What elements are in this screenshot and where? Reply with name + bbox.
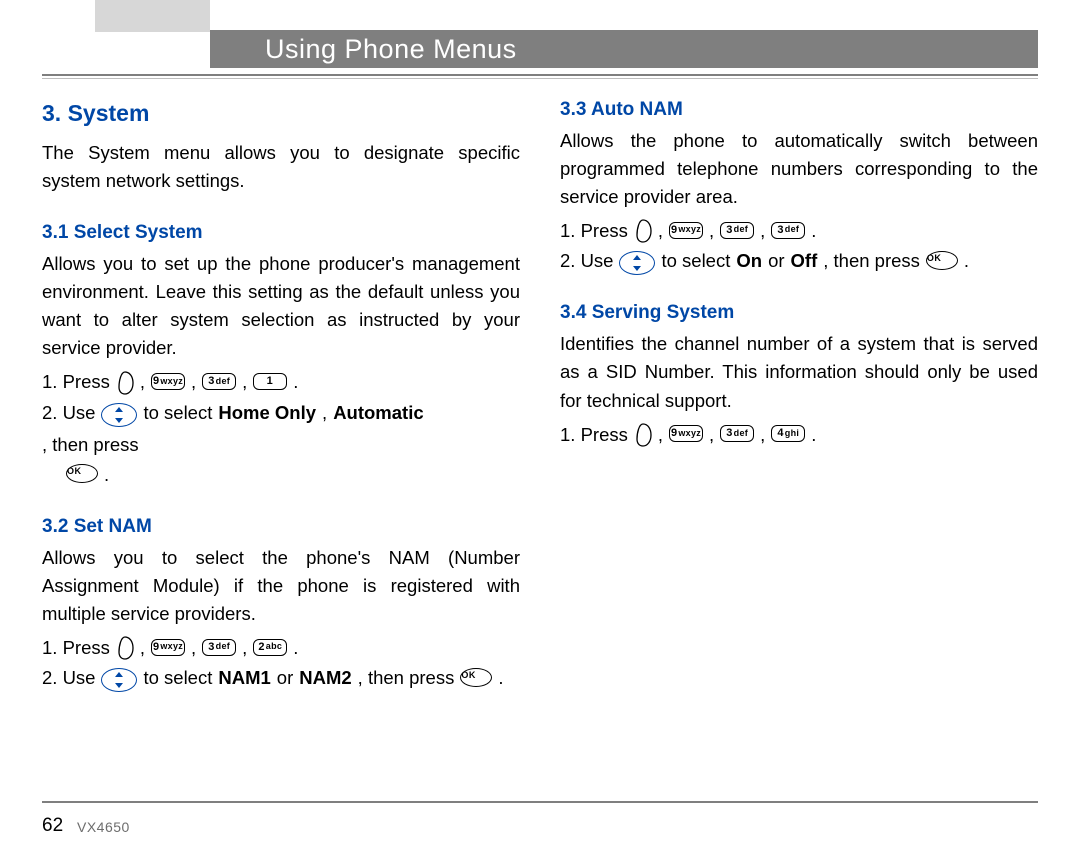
key-3-icon: 3def xyxy=(771,222,805,239)
key-3-icon: 3def xyxy=(202,373,236,390)
key-4-icon: 4ghi xyxy=(771,425,805,442)
heading-3-2: 3.2 Set NAM xyxy=(42,513,520,542)
page-number: 62 xyxy=(42,815,63,837)
chapter-title: Using Phone Menus xyxy=(265,34,517,65)
ok-key-icon: OK xyxy=(460,668,492,687)
nav-up-down-icon xyxy=(101,403,137,427)
step-text: 2. Use xyxy=(42,399,95,427)
step-text: 1. Press xyxy=(560,421,628,449)
step-3-1-2: 2. Use to select Home Only, Automatic, t… xyxy=(42,399,520,459)
key-9-icon: 9wxyz xyxy=(151,639,185,656)
step-text: 1. Press xyxy=(560,217,628,245)
heading-3-system: 3. System xyxy=(42,96,520,131)
chapter-header: Using Phone Menus xyxy=(210,30,1038,68)
key-3-icon: 3def xyxy=(720,222,754,239)
body-3-1: Allows you to set up the phone producer'… xyxy=(42,250,520,362)
step-3-2-2: 2. Use to select NAM1 or NAM2, then pres… xyxy=(42,664,520,692)
body-3-4: Identifies the channel number of a syste… xyxy=(560,330,1038,414)
nav-up-down-icon xyxy=(619,251,655,275)
model-label: VX4650 xyxy=(77,819,130,835)
step-text: 1. Press xyxy=(42,368,110,396)
nav-up-down-icon xyxy=(101,668,137,692)
col-break xyxy=(42,694,520,695)
key-3-icon: 3def xyxy=(720,425,754,442)
heading-3-1: 3.1 Select System xyxy=(42,219,520,248)
ok-key-icon: OK xyxy=(66,464,98,483)
body-system-intro: The System menu allows you to designate … xyxy=(42,139,520,195)
step-text: 2. Use xyxy=(42,664,95,692)
step-3-4-1: 1. Press , 9wxyz , 3def , 4ghi . xyxy=(560,421,1038,449)
step-text: 1. Press xyxy=(42,634,110,662)
key-9-icon: 9wxyz xyxy=(669,425,703,442)
step-3-3-2: 2. Use to select On or Off, then press O… xyxy=(560,247,1038,275)
rule-bottom xyxy=(42,801,1038,803)
key-3-icon: 3def xyxy=(202,639,236,656)
step-3-2-1: 1. Press , 9wxyz , 3def , 2abc . xyxy=(42,634,520,662)
softkey-icon xyxy=(634,423,652,447)
body-3-3: Allows the phone to automatically switch… xyxy=(560,127,1038,211)
step-3-3-1: 1. Press , 9wxyz , 3def , 3def . xyxy=(560,217,1038,245)
key-1-icon: 1 xyxy=(253,373,287,390)
heading-3-4: 3.4 Serving System xyxy=(560,299,1038,328)
ok-key-icon: OK xyxy=(926,251,958,270)
key-2-icon: 2abc xyxy=(253,639,287,656)
key-9-icon: 9wxyz xyxy=(151,373,185,390)
step-3-1-2b: OK . xyxy=(42,461,520,489)
rule-top xyxy=(42,74,1038,79)
content-columns: 3. System The System menu allows you to … xyxy=(42,94,1038,793)
tab-block xyxy=(95,0,210,32)
key-9-icon: 9wxyz xyxy=(669,222,703,239)
step-3-1-1: 1. Press , 9wxyz , 3def , 1 . xyxy=(42,368,520,396)
softkey-icon xyxy=(116,371,134,395)
heading-3-3: 3.3 Auto NAM xyxy=(560,96,1038,125)
step-text: 2. Use xyxy=(560,247,613,275)
softkey-icon xyxy=(116,636,134,660)
manual-page: Using Phone Menus 3. System The System m… xyxy=(0,0,1080,863)
body-3-2: Allows you to select the phone's NAM (Nu… xyxy=(42,544,520,628)
softkey-icon xyxy=(634,219,652,243)
